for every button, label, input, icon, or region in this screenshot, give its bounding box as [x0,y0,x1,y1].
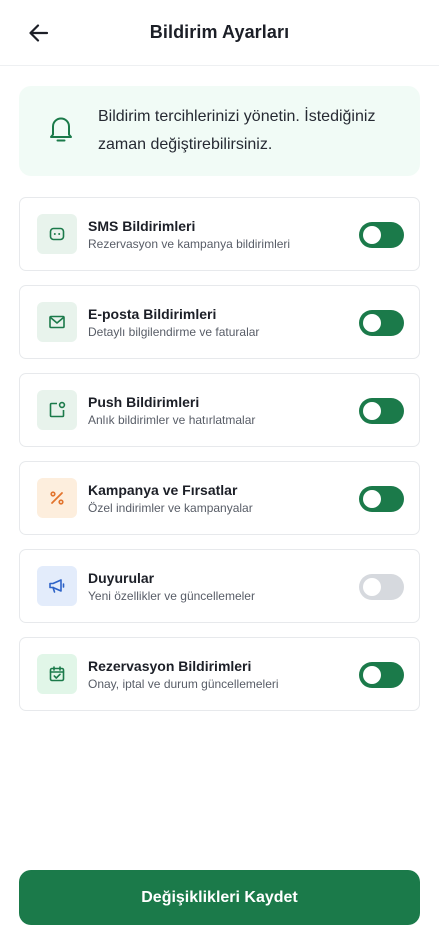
setting-row: Push Bildirimleri Anlık bildirimler ve h… [19,373,420,447]
megaphone-icon [37,566,77,606]
calendar-check-icon [37,654,77,694]
toggle-knob [363,666,381,684]
toggle-knob [363,490,381,508]
setting-text: Rezervasyon Bildirimleri Onay, iptal ve … [88,658,279,692]
setting-subtitle: Anlık bildirimler ve hatırlatmalar [88,413,256,427]
setting-row: Duyurular Yeni özellikler ve güncellemel… [19,549,420,623]
header-bar: Bildirim Ayarları [0,0,439,66]
setting-text: E-posta Bildirimleri Detaylı bilgilendir… [88,306,259,340]
info-banner: Bildirim tercihlerinizi yönetin. İstediğ… [19,86,420,176]
setting-subtitle: Detaylı bilgilendirme ve faturalar [88,325,260,339]
setting-toggle[interactable] [359,662,404,688]
percent-icon [37,478,77,518]
mail-icon [37,302,77,342]
setting-text: Duyurular Yeni özellikler ve güncellemel… [88,570,255,604]
setting-toggle[interactable] [359,310,404,336]
setting-toggle[interactable] [359,574,404,600]
setting-title: Duyurular [88,570,155,586]
setting-subtitle: Rezervasyon ve kampanya bildirimleri [88,237,291,251]
bell-icon [50,117,72,142]
setting-title: SMS Bildirimleri [88,218,196,234]
arrow-left-icon [29,24,49,42]
setting-subtitle: Yeni özellikler ve güncellemeler [88,589,255,603]
setting-title: Kampanya ve Fırsatlar [88,482,238,498]
setting-subtitle: Onay, iptal ve durum güncellemeleri [88,677,279,691]
page-title: Bildirim Ayarları [149,22,290,42]
setting-row: E-posta Bildirimleri Detaylı bilgilendir… [19,285,420,359]
setting-toggle[interactable] [359,486,404,512]
toggle-knob [363,402,381,420]
toggle-knob [363,578,381,596]
setting-title: Push Bildirimleri [88,394,200,410]
setting-title: Rezervasyon Bildirimleri [88,658,252,674]
back-button[interactable] [22,17,56,49]
info-text: Bildirim tercihlerinizi yönetin. İstediğ… [98,108,376,153]
setting-row: SMS Bildirimleri Rezervasyon ve kampanya… [19,197,420,271]
setting-title: E-posta Bildirimleri [88,306,217,322]
toggle-knob [363,226,381,244]
setting-subtitle: Özel indirimler ve kampanyalar [88,501,253,515]
setting-row: Rezervasyon Bildirimleri Onay, iptal ve … [19,637,420,711]
setting-text: SMS Bildirimleri Rezervasyon ve kampanya… [88,218,290,252]
setting-toggle[interactable] [359,398,404,424]
message-square-icon [37,214,77,254]
setting-text: Push Bildirimleri Anlık bildirimler ve h… [88,394,255,428]
setting-row: Kampanya ve Fırsatlar Özel indirimler ve… [19,461,420,535]
setting-toggle[interactable] [359,222,404,248]
app-notification-icon [37,390,77,430]
toggle-knob [363,314,381,332]
setting-text: Kampanya ve Fırsatlar Özel indirimler ve… [88,482,253,516]
save-button[interactable]: Değişiklikleri Kaydet [19,870,420,925]
